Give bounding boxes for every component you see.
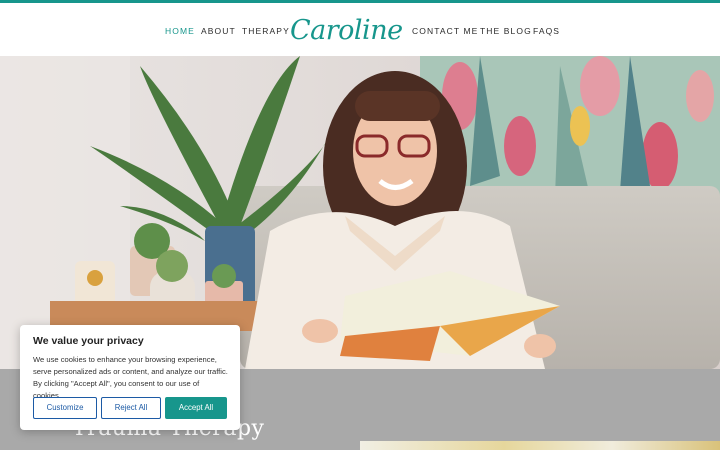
accept-all-button[interactable]: Accept All <box>165 397 227 419</box>
nav-contact-me[interactable]: CONTACT ME <box>412 26 478 36</box>
nav-home[interactable]: HOME <box>165 26 195 36</box>
cookie-consent-banner: We value your privacy We use cookies to … <box>20 325 240 430</box>
nav-faqs[interactable]: FAQS <box>533 26 560 36</box>
cookie-banner-text: We use cookies to enhance your browsing … <box>33 355 228 400</box>
hero-image <box>0 56 720 369</box>
section-image <box>360 441 720 450</box>
nav-the-blog[interactable]: THE BLOG <box>480 26 532 36</box>
hero-photo-illustration <box>0 56 720 369</box>
nav-about[interactable]: ABOUT <box>201 26 236 36</box>
site-logo[interactable]: Caroline King <box>290 9 403 90</box>
nav-therapy[interactable]: THERAPY <box>242 26 290 36</box>
site-header: HOME ABOUT THERAPY Caroline King CONTACT… <box>0 3 720 90</box>
cookie-banner-title: We value your privacy <box>33 335 144 347</box>
customize-button[interactable]: Customize <box>33 397 97 419</box>
reject-all-button[interactable]: Reject All <box>101 397 161 419</box>
cookie-buttons: Customize Reject All Accept All <box>33 397 227 420</box>
